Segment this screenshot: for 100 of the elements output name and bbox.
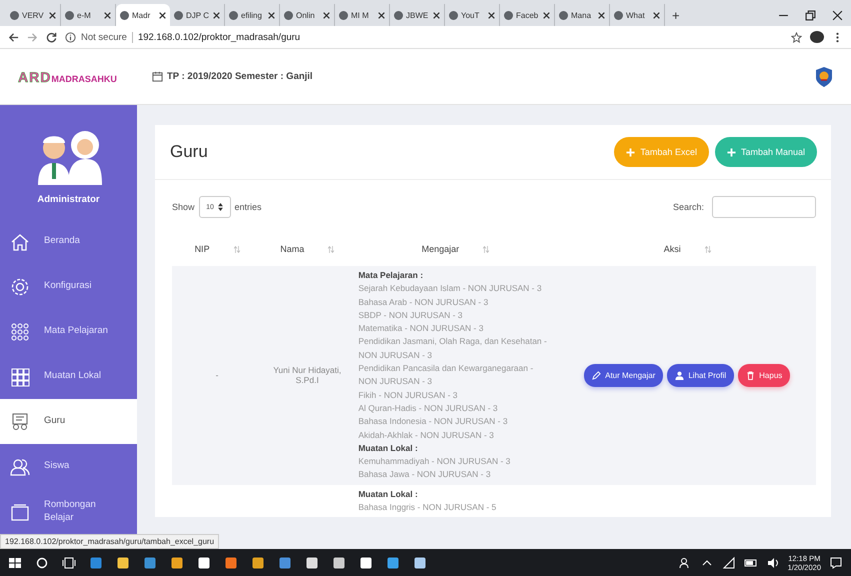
app-icon[interactable] [251,556,265,570]
sidebar-item[interactable]: Beranda [0,219,137,264]
speaker-icon[interactable] [766,556,780,570]
show-label: Show [172,202,195,212]
sort-icon [234,246,240,252]
browser-tab[interactable]: Mana [555,4,610,26]
subject-line: Bahasa Jawa - NON JURUSAN - 3 [358,468,492,482]
favicon-icon [229,10,238,20]
windows-start-icon[interactable] [8,556,22,570]
search-field[interactable] [712,196,816,218]
restore-icon[interactable] [805,10,816,21]
app-icon[interactable] [278,556,292,570]
back-icon[interactable] [8,32,19,42]
entries-label: entries [234,202,262,212]
subject-line: SBDP - NON JURUSAN - 3 [358,308,464,322]
reload-icon[interactable] [46,32,57,42]
sort-icon [328,246,334,252]
plus-icon [626,148,636,156]
browser-tab[interactable]: MI M [335,4,390,26]
subject-line: Pendidikan Jasmani, Olah Raga, dan Kesehatan - NON JURUSAN - 3 [358,335,548,362]
sidebar-item[interactable]: Muatan Lokal [0,354,137,399]
section-heading: Mata Pelajaran : [358,269,424,282]
subject-line: Fikih - NON JURUSAN - 3 [358,388,458,402]
house-icon [10,232,30,252]
app-icon[interactable] [413,556,427,570]
browser-tab[interactable]: Faceb [500,4,555,26]
app-icon[interactable] [89,556,103,570]
favicon-icon [504,10,513,20]
sidebar-item[interactable]: Mata Pelajaran [0,309,137,354]
status-url: 192.168.0.102/proktor_madrasah/guru/tambah_excel_guru [0,534,220,549]
page-title: Guru [170,142,208,162]
calendar-icon [152,71,163,82]
period-label: TP : 2019/2020 Semester : Ganjil [167,71,313,82]
person-icon [675,370,684,380]
new-tab-button[interactable]: + [665,8,687,26]
close-icon[interactable] [268,12,275,18]
browser-tab[interactable]: Onlin [280,4,335,26]
search-icon[interactable] [35,556,49,570]
column-header[interactable]: Mengajar [352,232,558,266]
emblem-icon[interactable] [815,66,833,88]
app-icon[interactable] [386,556,400,570]
close-icon[interactable] [104,12,111,18]
close-icon[interactable] [598,12,605,18]
favicon-icon [614,10,623,20]
column-header[interactable]: Aksi [558,232,816,266]
sort-icon [483,246,490,252]
close-icon[interactable] [433,12,440,18]
close-icon[interactable] [213,12,220,18]
sidebar-item[interactable]: Guru [0,399,137,444]
favicon-icon [394,10,403,20]
column-header[interactable]: NIP [172,232,262,266]
subject-line: Bahasa Arab - NON JURUSAN - 3 [358,296,490,309]
close-icon[interactable] [653,12,660,18]
pencil-icon [592,370,602,380]
trash-icon [746,370,756,380]
star-icon[interactable] [791,32,802,42]
atur-mengajar-button[interactable]: Atur Mengajar [584,364,664,387]
info-icon[interactable] [65,32,76,42]
close-icon[interactable] [378,12,385,18]
favicon-icon [120,10,129,20]
sidebar-item[interactable]: Konfigurasi [0,264,137,309]
table-cell: Yuni Nur Hidayati, S.Pd.I [262,266,352,485]
close-icon[interactable] [159,12,166,18]
subject-line: Sejarah Kebudayaan Islam - NON JURUSAN - 3 [358,282,543,296]
browser-tab[interactable]: JBWE [390,4,445,26]
close-icon[interactable] [488,12,495,18]
favicon-icon [174,10,183,20]
close-icon[interactable] [323,12,330,18]
sidebar-item[interactable]: Siswa [0,444,137,489]
close-icon[interactable] [543,12,550,18]
browser-tab[interactable]: efiling [225,4,280,26]
column-header[interactable]: Nama [262,232,352,266]
favicon-icon [559,10,568,20]
app-icon[interactable] [224,556,238,570]
favicon-icon [65,10,74,20]
hapus-button[interactable]: Hapus [738,364,790,387]
section-heading: Muatan Lokal : [358,442,419,455]
subject-line: Al Quran-Hadis - NON JURUSAN - 3 [358,402,499,415]
favicon-icon [284,10,293,20]
favicon-icon [10,10,19,20]
browser-tab[interactable]: YouT [445,4,500,26]
updown-icon [218,203,223,211]
user-role: Administrator [36,193,101,207]
section-heading: Muatan Lokal : [358,488,419,501]
plus-icon [726,148,736,156]
notification-icon[interactable] [829,556,843,570]
task-view-icon[interactable] [62,556,76,570]
close-icon[interactable] [49,12,56,18]
profile-avatar[interactable] [810,31,824,43]
browser-tab[interactable]: VERV [6,4,61,26]
browser-tab[interactable]: What [610,4,665,26]
sidebar-item[interactable]: Rombongan Belajar [0,489,137,534]
browser-tab[interactable]: Madr [116,4,170,26]
url-text[interactable]: 192.168.0.102/proktor_madrasah/guru [132,32,300,42]
lihat-profil-button[interactable]: Lihat Profil [667,364,734,387]
browser-tab[interactable]: DJP C [170,4,225,26]
close-icon[interactable] [832,10,843,21]
sort-icon [704,246,711,252]
people-icon [10,456,30,476]
network-icon[interactable] [722,556,736,570]
